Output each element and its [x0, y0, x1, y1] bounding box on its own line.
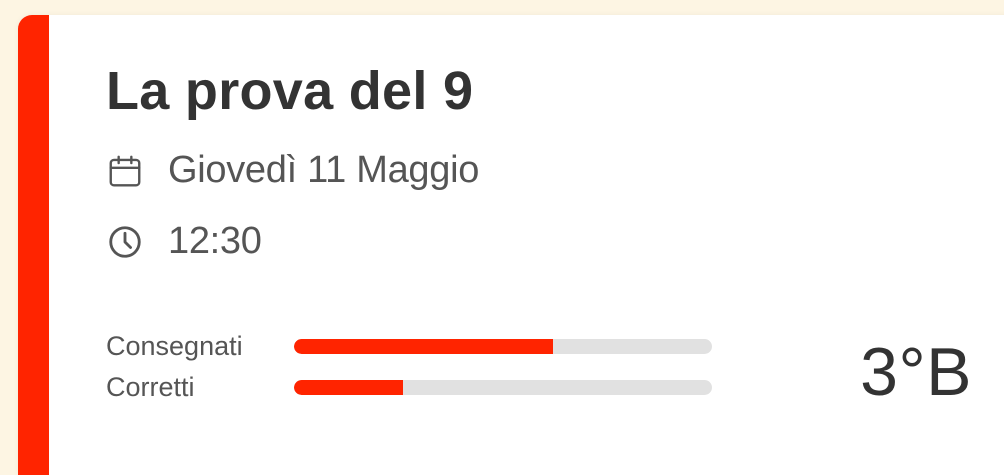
test-date: Giovedì 11 Maggio	[168, 149, 480, 191]
progress-delivered-fill	[294, 339, 554, 354]
progress-corrected-fill	[294, 380, 403, 395]
test-time: 12:30	[168, 220, 262, 262]
class-label: 3°B	[860, 334, 972, 410]
progress-delivered-label: Consegnati	[106, 331, 243, 361]
calendar-icon	[109, 155, 141, 186]
progress-delivered: Consegnati	[106, 331, 712, 362]
date-row: Giovedì 11 Maggio	[106, 149, 479, 192]
accent-bar	[18, 15, 49, 475]
test-card[interactable]: La prova del 9 Giovedì 11 Maggio 12:30 C…	[18, 15, 1004, 475]
time-row: 12:30	[106, 220, 262, 263]
progress-corrected-track	[294, 380, 712, 395]
test-title: La prova del 9	[106, 61, 474, 121]
progress-corrected: Corretti	[106, 372, 712, 403]
clock-icon	[109, 225, 141, 258]
progress-corrected-label: Corretti	[106, 372, 195, 402]
progress-delivered-track	[294, 339, 712, 354]
